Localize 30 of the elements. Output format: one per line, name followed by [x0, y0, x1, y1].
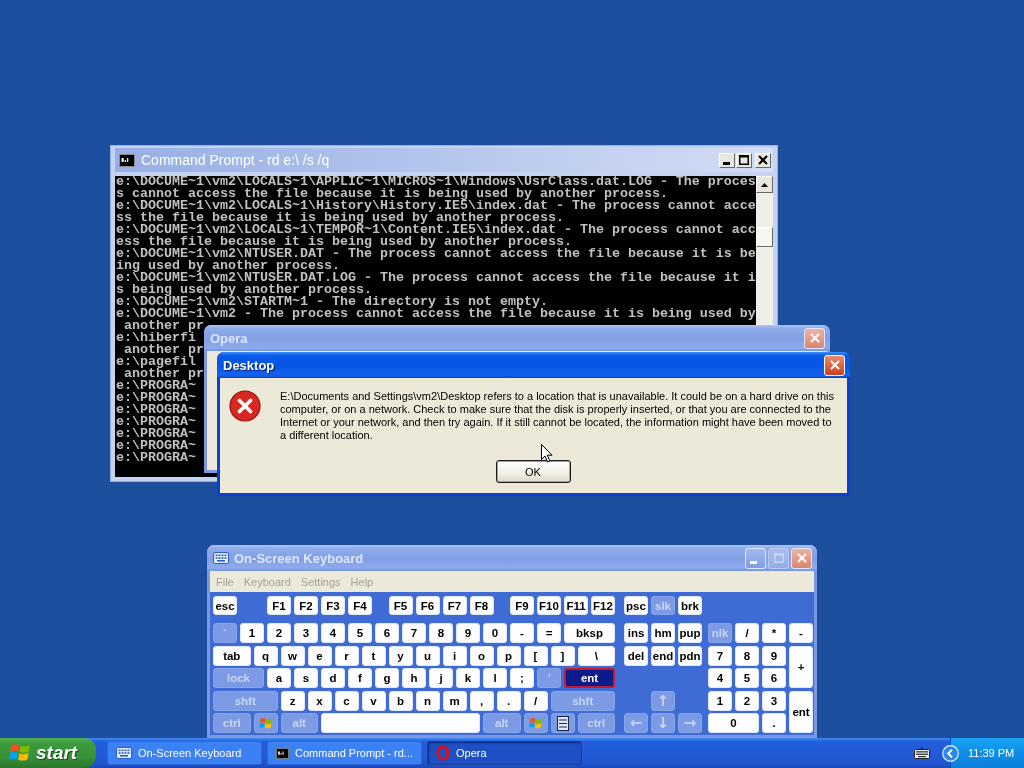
window-title: Desktop: [223, 357, 276, 373]
console-line: e:\PROGRA~: [116, 380, 196, 392]
console-line: ing used by another process.: [116, 260, 340, 272]
window-title: On-Screen Keyboard: [234, 550, 365, 566]
console-line: e:\pagefil: [116, 356, 196, 368]
window-title: Command Prompt - rd e:\ /s /q: [141, 152, 331, 168]
console-line: ess the file because it is being used by another process.: [116, 236, 572, 248]
console-line: s cannot access the file because it is being used by another process.: [116, 188, 668, 200]
console-line: e:\DOCUME~1\vm2\LOCALS~1\APPLIC~1\MICROS~1\Windows\UsrClass.dat.LOG - The proces: [116, 176, 756, 188]
console-line: another pr: [124, 344, 204, 356]
console-line: another pr: [124, 368, 204, 380]
console-line: e:\DOCUME~1\vm2\NTUSER.DAT.LOG - The process cannot access the file because it i: [116, 272, 756, 284]
console-line: ss the file because it is being used by another process.: [116, 212, 564, 224]
console-line: e:\PROGRA~: [116, 440, 196, 452]
clock: 11:39 PM: [968, 747, 1015, 759]
console-line: e:\PROGRA~: [116, 428, 196, 440]
console-line: e:\DOCUME~1\vm2\NTUSER.DAT - The process cannot access the file because it is be: [116, 248, 756, 260]
console-line: e:\hiberfi: [116, 332, 196, 344]
console-line: e:\PROGRA~: [116, 452, 196, 464]
window-title: Opera: [210, 330, 249, 346]
console-line: another pr: [124, 320, 204, 332]
console-line: e:\PROGRA~: [116, 416, 196, 428]
console-line: e:\PROGRA~: [116, 392, 196, 404]
console-line: s being used by another process.: [116, 284, 372, 296]
error-message: E:\Documents and Settings\vm2\Desktop refers to a location that is unavailable. It could be on a hard drive on this computer, or on a network. Check to make sure that the disk is properly inserted, or that you are connected to the Internet or your network, and then try again. If it still cannot be located, the information might have been moved to a different location.: [280, 390, 835, 442]
console-line: e:\DOCUME~1\vm2\STARTM~1 - The directory is not empty.: [116, 296, 548, 308]
console-line: e:\DOCUME~1\vm2\LOCALS~1\TEMPOR~1\Content.IE5\index.dat - The process cannot acc: [116, 224, 756, 236]
console-line: e:\PROGRA~: [116, 404, 196, 416]
console-line: e:\DOCUME~1\vm2 - The process cannot access the file because it is being used by: [116, 308, 756, 320]
console-line: e:\DOCUME~1\vm2\LOCALS~1\History\History.IE5\index.dat - The process cannot acce: [116, 200, 756, 212]
